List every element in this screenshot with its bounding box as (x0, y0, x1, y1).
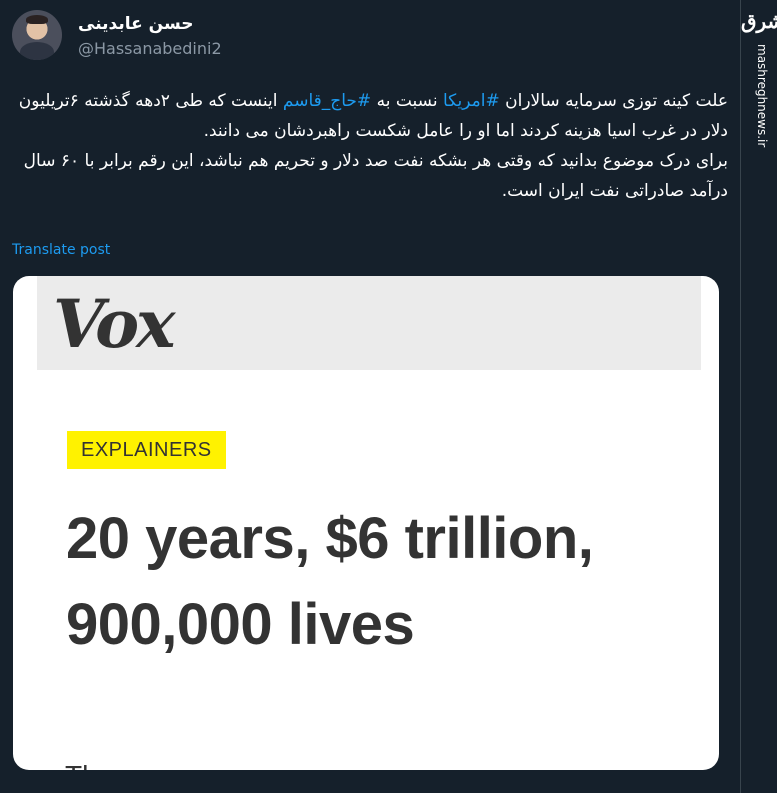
translate-post-link[interactable]: Translate post (12, 240, 110, 260)
mashregh-site-text: mashreghnews.ir (755, 44, 769, 148)
watermark-strip: مشرق mashreghnews.ir (740, 0, 777, 793)
tweet-text-middle: نسبت به (371, 91, 443, 111)
tweet-media-image[interactable]: Vox EXPLAINERS 20 years, $6 trillion, 90… (13, 276, 719, 770)
tweet-text-prefix: علت کینه توزی سرمایه سالاران (499, 91, 728, 111)
article-subtext-cut: Th (65, 756, 535, 770)
avatar-shirt (20, 42, 54, 60)
author-handle[interactable]: @Hassanabedini2 (78, 38, 222, 60)
hashtag-haj-qasem[interactable]: #حاج_قاسم (283, 91, 371, 111)
article-headline: 20 years, $6 trillion, 900,000 lives (66, 506, 594, 657)
vox-article-screenshot: Vox EXPLAINERS 20 years, $6 trillion, 90… (37, 276, 701, 770)
tweet-body: علت کینه توزی سرمایه سالاران #امریکا نسب… (14, 86, 728, 206)
tweet-paragraph-2: برای درک موضوع بدانید که وقتی هر بشکه نف… (18, 151, 728, 201)
vox-header-bar: Vox (37, 276, 701, 370)
author-avatar[interactable] (12, 10, 62, 60)
vox-logo: Vox (53, 285, 176, 363)
tweet-post: حسن عابدینی @Hassanabedini2 علت کینه توز… (0, 0, 740, 793)
hashtag-america[interactable]: #امریکا (443, 91, 500, 111)
mashregh-logo: مشرق (741, 9, 777, 33)
avatar-hair (26, 15, 48, 24)
explainers-badge: EXPLAINERS (67, 431, 226, 469)
author-display-name[interactable]: حسن عابدینی (78, 12, 194, 36)
